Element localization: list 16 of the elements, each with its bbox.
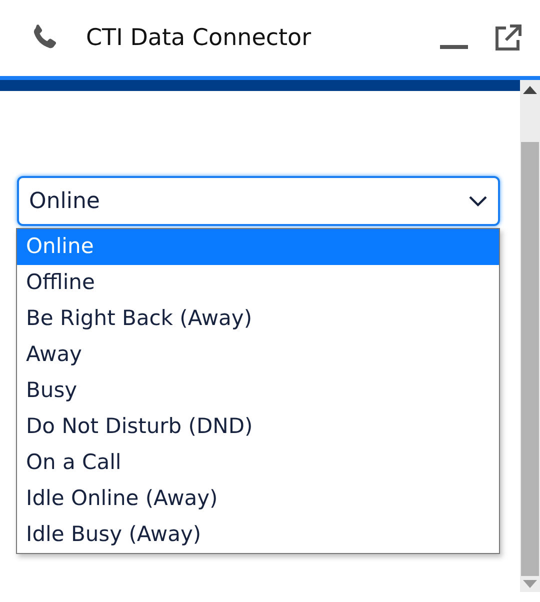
dropdown-option[interactable]: On a Call xyxy=(17,445,499,481)
dropdown-option[interactable]: Idle Busy (Away) xyxy=(17,517,499,553)
dropdown-option[interactable]: Online xyxy=(17,229,499,265)
chevron-down-icon xyxy=(468,195,488,207)
dropdown-option[interactable]: Idle Online (Away) xyxy=(17,481,499,517)
status-select[interactable]: Online xyxy=(17,176,500,226)
dropdown-option[interactable]: Offline xyxy=(17,265,499,301)
scrollbar[interactable] xyxy=(520,80,540,592)
dropdown-option[interactable]: Be Right Back (Away) xyxy=(17,301,499,337)
scrollbar-thumb[interactable] xyxy=(521,142,539,576)
dropdown-option[interactable]: Do Not Disturb (DND) xyxy=(17,409,499,445)
dropdown-option[interactable]: Busy xyxy=(17,373,499,409)
scroll-up-icon[interactable] xyxy=(523,86,537,94)
dropdown-option[interactable]: Away xyxy=(17,337,499,373)
window-title: CTI Data Connector xyxy=(86,24,312,53)
popout-icon[interactable] xyxy=(494,24,522,52)
